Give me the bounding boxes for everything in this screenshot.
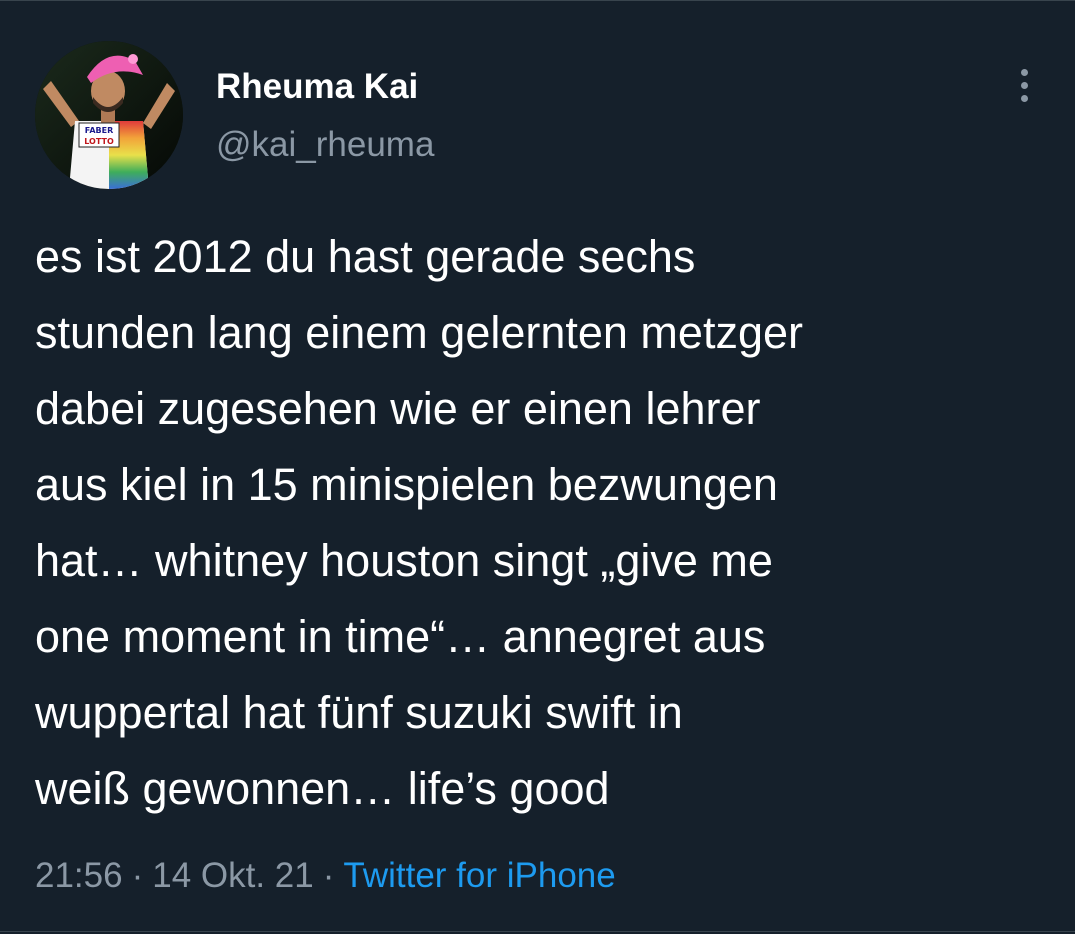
author-display-name[interactable]: Rheuma Kai: [216, 67, 418, 107]
tweet-text-line: stunden lang einem gelernten metzger: [35, 307, 803, 358]
meta-separator: ·: [322, 856, 335, 895]
tweet-time[interactable]: 21:56: [35, 856, 123, 895]
avatar-shirt-text: LOTTO: [84, 137, 114, 146]
tweet-text-line: es ist 2012 du hast gerade sechs: [35, 231, 696, 282]
meta-separator: ·: [131, 856, 144, 895]
divider: [0, 931, 1075, 932]
author-handle[interactable]: @kai_rheuma: [216, 125, 434, 165]
tweet-card: FABER LOTTO Rheuma Kai @kai_rheuma es is…: [0, 0, 1075, 934]
avatar-photo: FABER LOTTO: [35, 41, 183, 189]
more-dot: [1020, 81, 1028, 89]
avatar[interactable]: FABER LOTTO: [35, 41, 183, 189]
tweet-source-link[interactable]: Twitter for iPhone: [343, 856, 615, 895]
tweet-text-line: wuppertal hat fünf suzuki swift in: [35, 687, 683, 738]
tweet-text-line: weiß gewonnen… life’s good: [35, 763, 610, 814]
tweet-text: es ist 2012 du hast gerade sechs stunden…: [35, 219, 1055, 827]
tweet-text-line: hat… whitney houston singt „give me: [35, 535, 773, 586]
tweet-date[interactable]: 14 Okt. 21: [152, 856, 313, 895]
tweet-text-line: one moment in time“… annegret aus: [35, 611, 766, 662]
tweet-meta: 21:56 · 14 Okt. 21 · Twitter for iPhone: [35, 856, 616, 896]
tweet-text-line: dabei zugesehen wie er einen lehrer: [35, 383, 761, 434]
avatar-shirt-text: FABER: [85, 126, 113, 135]
more-dot: [1020, 68, 1028, 76]
tweet-text-line: aus kiel in 15 minispielen bezwungen: [35, 459, 778, 510]
more-vertical-icon[interactable]: [1006, 63, 1042, 107]
more-dot: [1020, 94, 1028, 102]
